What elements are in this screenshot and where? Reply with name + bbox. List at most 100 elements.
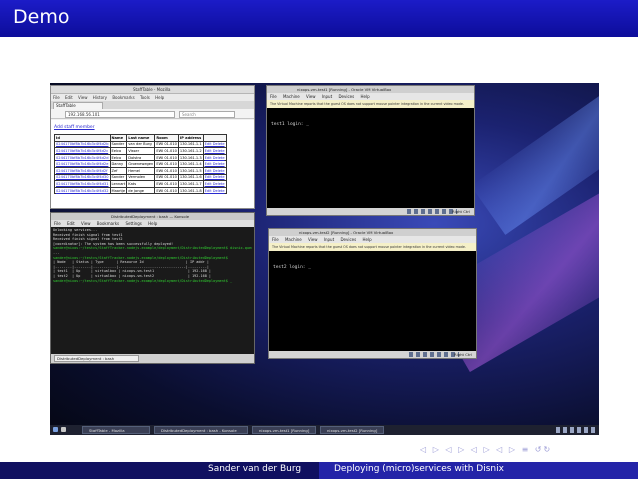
vm2-titlebar[interactable]: nixops-vm-test2 [Running] - Oracle VM Vi… [269,229,476,236]
vm2-statusbar: Right Ctrl [269,351,476,358]
cell-actions[interactable]: Edit Delete [202,166,227,175]
vm1-titlebar[interactable]: nixops-vm-test1 [Running] - Oracle VM Vi… [267,86,474,93]
cell-id[interactable]: 0244170bf8b7b16b3c4f4d2c [54,147,111,155]
browser-urlbar: 192.168.56.101 Search [51,109,254,119]
konsole-menu-view[interactable]: View [81,221,91,226]
vm2-menubar: File Machine View Input Devices Help [269,236,476,243]
vm1-menu-input[interactable]: Input [322,94,332,99]
menu-bookmarks[interactable]: Bookmarks [112,95,134,100]
header-last-name: Last name [126,134,156,142]
vm2-menu-machine[interactable]: Machine [285,237,302,242]
cell-name: Danny [109,160,128,168]
taskbar-item-konsole[interactable]: DistributedDeployment : bash - Konsole [154,426,248,434]
cell-id[interactable]: 0244170bf8b7b16b3c4f4d30 [54,173,111,182]
konsole-menu-settings[interactable]: Settings [125,221,141,226]
start-menu-icon[interactable] [53,427,58,432]
footer-author: Sander van der Burg [208,464,302,474]
konsole-menu-edit[interactable]: Edit [67,221,75,226]
vm2-menu-devices[interactable]: Devices [340,237,356,242]
browser-page: Add staff member Id Name Last name Room … [51,120,254,208]
cell-actions[interactable]: Edit Delete [202,147,227,155]
menu-help[interactable]: Help [155,95,164,100]
vm2-menu-file[interactable]: File [272,237,279,242]
menu-tools[interactable]: Tools [140,95,150,100]
cell-name: Eelco [109,153,128,162]
cell-actions[interactable]: Edit Delete [202,186,227,195]
konsole-titlebar[interactable]: DistributedDeployment : bash — Konsole [51,213,254,220]
terminal-output[interactable]: Unlocking services... Received finish sig… [53,228,252,354]
vm2-menu-help[interactable]: Help [362,237,371,242]
cell-ip: 130.161.1.3 [177,153,204,162]
cell-name: Maartje [109,186,128,195]
cell-actions[interactable]: Edit Delete [202,173,227,182]
taskbar-item-vm2[interactable]: nixops-vm-test2 [Running] [320,426,384,434]
menu-file[interactable]: File [53,95,60,100]
vm1-info-bar: The Virtual Machine reports that the gue… [267,100,474,108]
cell-last-name: Vermolen [126,173,156,182]
browser-titlebar[interactable]: StaffTable - Mozilla [51,86,254,94]
menu-history[interactable]: History [93,95,107,100]
konsole-menu-file[interactable]: File [54,221,61,226]
cell-ip: 130.161.1.5 [177,166,204,175]
vm1-menu-file[interactable]: File [270,94,277,99]
cell-last-name: Groenewegen [126,160,156,168]
cell-room: EWI 01.010 [154,186,179,195]
vm1-console[interactable]: test1 login: _ [271,122,309,127]
cell-room: EWI 01.010 [154,166,179,175]
desktop-icon[interactable] [61,427,66,432]
cell-actions[interactable]: Edit Delete [202,153,227,162]
beamer-navigation[interactable]: ◁ ▷ ◁ ▷ ◁ ▷ ◁ ▷ ≡ ↺↻ [420,445,552,454]
cell-ip: 130.161.1.8 [177,186,204,195]
konsole-window: DistributedDeployment : bash — Konsole F… [50,212,255,364]
cell-ip: 130.161.1.1 [177,140,204,149]
table-row: 0244170bf8b7b16b3c4f4d2b Sander van der Bu… [54,140,227,149]
search-input[interactable]: Search [179,111,235,118]
url-input[interactable]: 192.168.56.101 [65,111,175,118]
cell-actions[interactable]: Edit Delete [202,140,227,149]
taskbar-item-vm1[interactable]: nixops-vm-test1 [Running] [252,426,316,434]
staff-table: Id Name Last name Room IP address 024417… [54,134,227,195]
cell-id[interactable]: 0244170bf8b7b16b3c4f4d2d [54,153,111,162]
vm2-status-icons [409,352,459,357]
cell-actions[interactable]: Edit Delete [202,160,227,168]
vm2-menu-view[interactable]: View [308,237,318,242]
vm2-menu-input[interactable]: Input [324,237,334,242]
cell-id[interactable]: 0244170bf8b7b16b3c4f4d2b [54,140,111,149]
slide-title: Demo [13,6,70,28]
vm2-info-bar: The Virtual Machine reports that the gue… [269,243,476,251]
header-room: Room [154,134,179,142]
cell-ip: 130.161.1.6 [177,173,204,182]
cell-room: EWI 01.010 [154,173,179,182]
cell-id[interactable]: 0244170bf8b7b16b3c4f4d32 [54,186,111,195]
cell-ip: 130.161.1.2 [177,147,204,155]
vm1-menu-machine[interactable]: Machine [283,94,300,99]
header-id: Id [54,134,111,142]
vm1-menu-help[interactable]: Help [360,94,369,99]
system-tray[interactable] [556,427,596,433]
cell-id[interactable]: 0244170bf8b7b16b3c4f4d2e [54,160,111,168]
footer-title: Deploying (micro)services with Disnix [334,464,504,474]
vm2-console[interactable]: test2 login: _ [273,265,311,270]
cell-id[interactable]: 0244170bf8b7b16b3c4f4d31 [54,180,111,188]
add-staff-link[interactable]: Add staff member [54,125,95,130]
konsole-menu-bookmarks[interactable]: Bookmarks [97,221,119,226]
konsole-title: DistributedDeployment : bash — Konsole [111,214,190,219]
vm1-host-key: Right Ctrl [452,209,470,214]
konsole-menu-help[interactable]: Help [148,221,157,226]
cell-ip: 130.161.1.7 [177,180,204,188]
cell-id[interactable]: 0244170bf8b7b16b3c4f4d2f [54,166,111,175]
vm1-status-icons [407,209,457,214]
browser-tab[interactable]: StaffTable [53,102,103,109]
cell-actions[interactable]: Edit Delete [202,180,227,188]
menu-edit[interactable]: Edit [65,95,73,100]
vm1-menu-view[interactable]: View [306,94,316,99]
menu-view[interactable]: View [78,95,88,100]
konsole-tab[interactable]: DistributedDeployment : bash [54,355,139,362]
cell-last-name: Dolstra [126,153,156,162]
table-row: 0244170bf8b7b16b3c4f4d2f Zef Hemel EWI 01.0… [54,166,227,175]
vm1-menu-devices[interactable]: Devices [338,94,354,99]
slide: Demo StaffTable - Mozilla File Edit View… [0,0,638,479]
taskbar-item-browser[interactable]: StaffTable - Mozilla [82,426,150,434]
cell-name: Sander [109,173,128,182]
header-name: Name [109,134,128,142]
